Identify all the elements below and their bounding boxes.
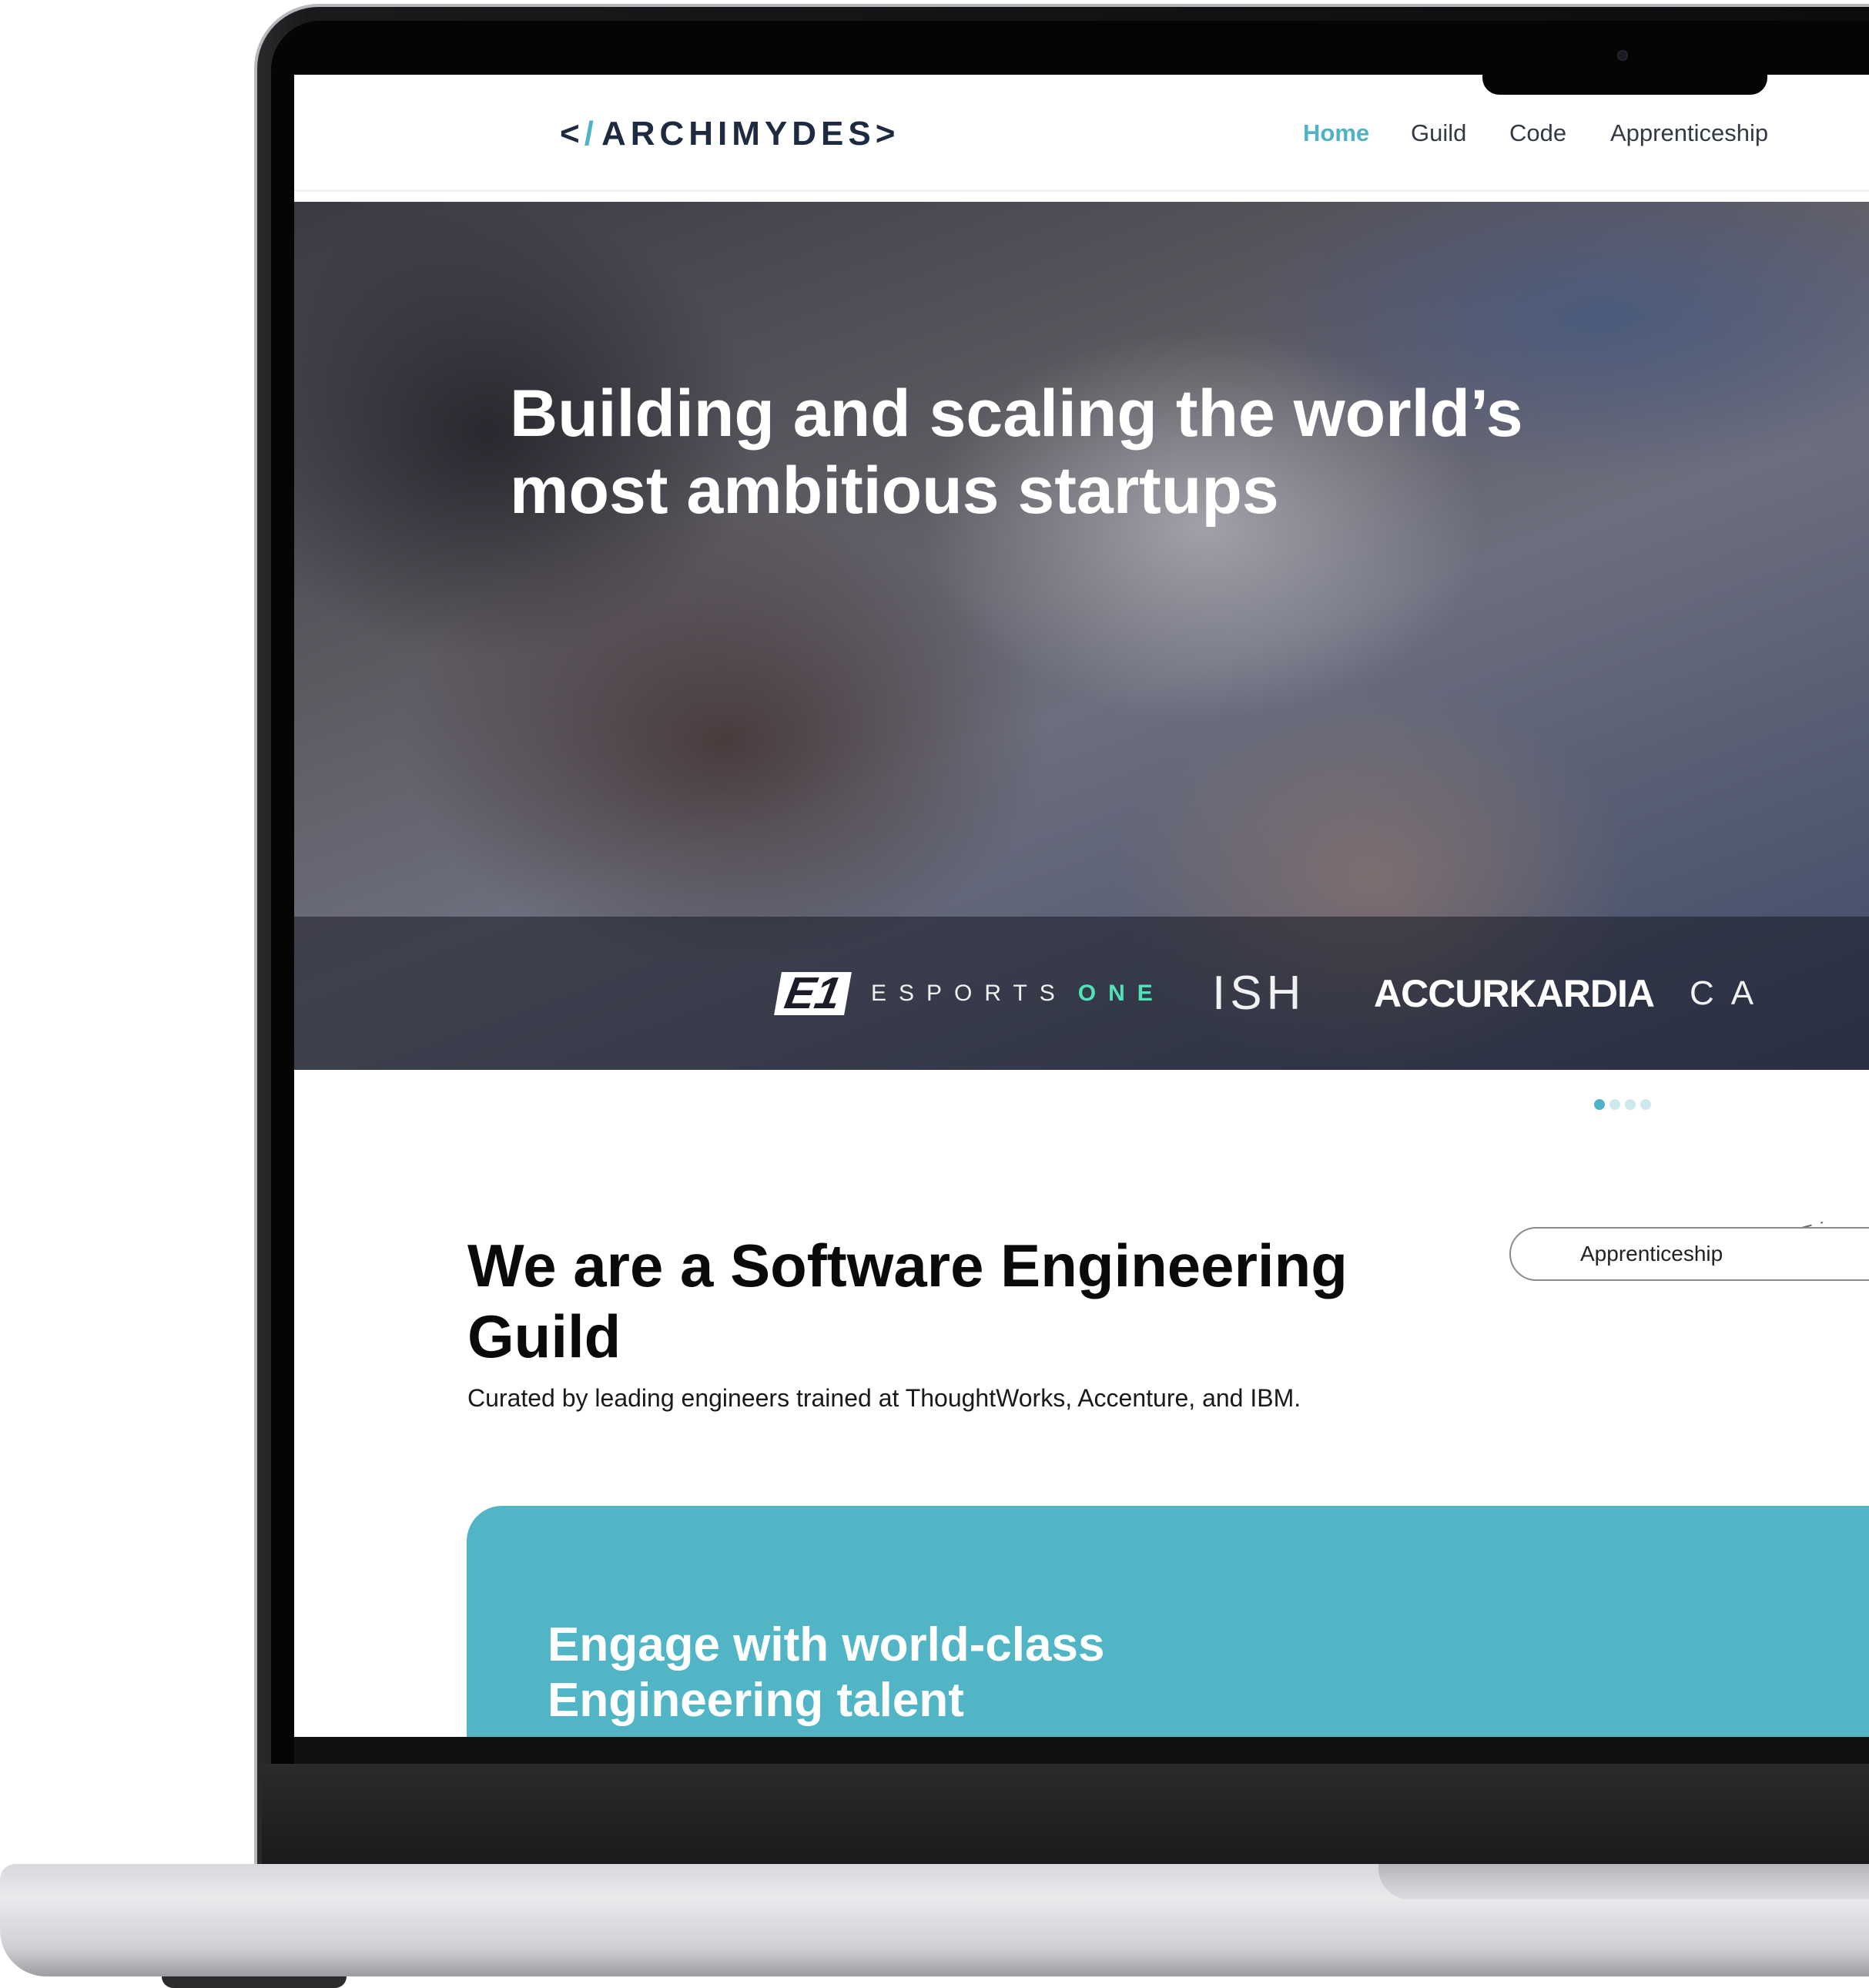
archimydes-logo[interactable]: < / ARCHIMYDES > <box>560 115 899 153</box>
nav-link-code[interactable]: Code <box>1509 119 1566 147</box>
client-logo-accurkardia[interactable]: ACCURKARDIA <box>1374 917 1655 1070</box>
laptop-chin <box>262 1764 1869 1864</box>
carousel-dot-3[interactable] <box>1625 1099 1636 1110</box>
hero-banner: Building and scaling the world’s most am… <box>294 202 1869 1070</box>
client-logo-strip: E1 ESPORTS ONE ISH ACCURKARDIA CA <box>294 917 1869 1070</box>
client-logo-ish[interactable]: ISH <box>1212 917 1305 1070</box>
guild-subtitle: Curated by leading engineers trained at … <box>467 1384 1301 1412</box>
engage-card: Engage with world-class Engineering tale… <box>467 1506 1869 1737</box>
e1-mark: E1 <box>774 968 852 1018</box>
logo-text: ARCHIMYDES <box>601 115 876 153</box>
carousel-dots <box>1594 1099 1651 1110</box>
logo-bracket-left: < <box>560 115 584 153</box>
carousel-dot-1[interactable] <box>1594 1099 1605 1110</box>
accurkardia-wordmark: ACCURKARDIA <box>1374 971 1655 1015</box>
partial-wordmark: CA <box>1690 974 1771 1012</box>
browser-screen: < / ARCHIMYDES > Home Guild Code Apprent… <box>294 75 1869 1737</box>
client-logo-partial[interactable]: CA <box>1690 917 1770 1070</box>
carousel-dot-2[interactable] <box>1609 1099 1620 1110</box>
client-logo-esports-one[interactable]: E1 ESPORTS ONE <box>774 917 1165 1070</box>
apprenticeship-pill-button[interactable]: Apprenticeship <box>1509 1227 1869 1281</box>
nav-link-guild[interactable]: Guild <box>1411 119 1466 147</box>
engage-title: Engage with world-class Engineering tale… <box>548 1618 1105 1727</box>
nav-link-home[interactable]: Home <box>1303 119 1369 147</box>
logo-bracket-right: > <box>875 115 900 153</box>
laptop-foot <box>162 1976 347 1988</box>
guild-heading: We are a Software Engineering Guild <box>467 1232 1348 1370</box>
esports-one-word: ONE <box>1077 980 1165 1006</box>
carousel-dot-4[interactable] <box>1640 1099 1651 1110</box>
screen-bottom-edge <box>294 1737 1869 1764</box>
logo-slash: / <box>584 115 598 153</box>
camera-icon <box>1617 50 1628 61</box>
nav-link-apprenticeship[interactable]: Apprenticeship <box>1610 119 1768 147</box>
esports-word: ESPORTS <box>870 980 1067 1006</box>
ish-wordmark: ISH <box>1212 967 1306 1020</box>
hero-title: Building and scaling the world’s most am… <box>510 377 1523 528</box>
laptop-hinge-cutout <box>1378 1864 1869 1899</box>
